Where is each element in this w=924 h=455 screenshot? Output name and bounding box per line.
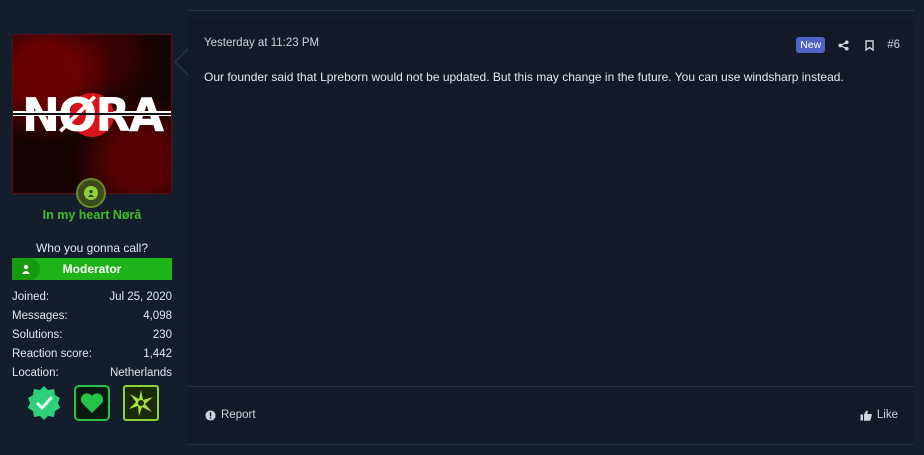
user-custom-title: Who you gonna call? [35,241,149,255]
report-button[interactable]: Report [205,409,256,421]
new-badge: New [796,37,826,53]
message-footer-divider [188,386,914,387]
verified-badge-icon[interactable] [26,385,62,421]
online-status-icon [76,178,106,208]
message-body: Our founder said that Lpreborn would not… [204,70,844,84]
message-actions: New #6 [796,37,900,53]
user-stats: Joined: Jul 25, 2020 Messages: 4,098 Solut… [12,288,172,383]
share-icon[interactable] [835,37,851,53]
username-link[interactable]: In my heart Nørâ [0,208,184,222]
report-icon [205,409,216,421]
message-pointer [174,48,189,76]
top-divider [188,0,914,11]
avatar-logo: NØRA [13,88,171,142]
user-icon [12,258,40,280]
stat-messages: Messages: 4,098 [12,310,172,322]
avatar[interactable]: NØRA [12,34,172,194]
thumbs-up-icon [860,410,872,421]
moderator-banner: Moderator [12,258,172,280]
post-number-link[interactable]: #6 [887,39,900,51]
trophy-row [26,385,166,425]
bookmark-icon[interactable] [861,37,877,53]
sparkle-icon[interactable] [123,385,159,421]
stat-location: Location: Netherlands [12,367,172,379]
stat-solutions: Solutions: 230 [12,329,172,341]
heart-icon[interactable] [74,385,110,421]
message-card: Yesterday at 11:23 PM New #6 Our founder… [174,18,914,444]
banner-label: Moderator [62,262,122,276]
stat-joined: Joined: Jul 25, 2020 [12,291,172,303]
report-label: Report [221,409,256,421]
like-label: Like [876,409,898,421]
stat-reaction-score: Reaction score: 1,442 [12,348,172,360]
message-date-link[interactable]: Yesterday at 11:23 PM [204,37,319,49]
like-button[interactable]: Like [860,409,898,421]
bottom-divider [188,444,914,445]
user-info-pane: NØRA In my heart Nørâ Who you gonna call… [0,18,188,455]
